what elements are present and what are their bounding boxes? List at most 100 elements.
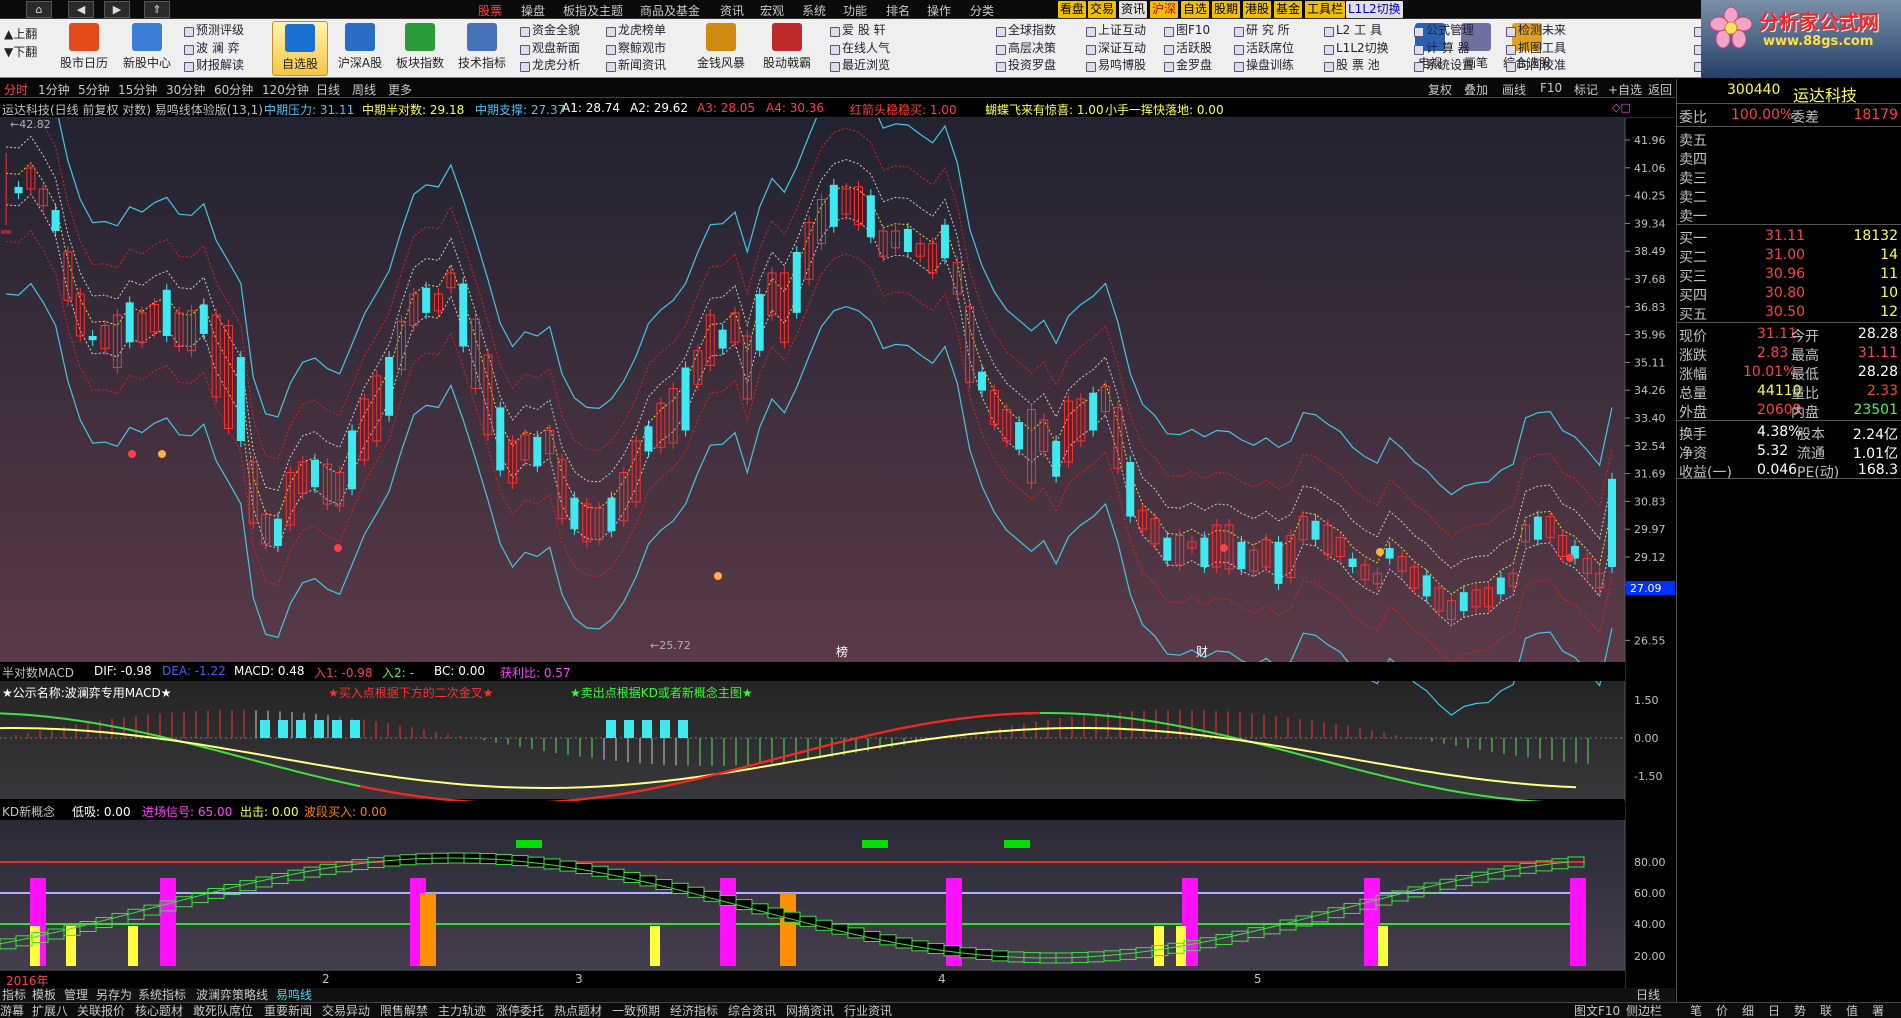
status-tail-4[interactable]: 势 [1794, 1004, 1806, 1018]
menu-item-2[interactable]: 板指及主题 [563, 2, 623, 19]
toolbar-link[interactable]: 资金全貌 [518, 22, 580, 40]
toolbar-link[interactable]: 察鲸观市 [604, 40, 666, 58]
status-tab-2[interactable]: 关联报价 [77, 1004, 125, 1018]
menu-item-7[interactable]: 功能 [843, 2, 867, 19]
period-daily-label[interactable]: 日线 [1636, 988, 1660, 1002]
status-tail-7[interactable]: 署 [1872, 1004, 1884, 1018]
status-tab-8[interactable]: 主力轨迹 [438, 1004, 486, 1018]
period-tab-0[interactable]: 分时 [4, 81, 28, 98]
toolbar-link[interactable]: 高层决策 [994, 40, 1056, 58]
toolbar-link[interactable]: 观盘新面 [518, 40, 580, 58]
status-tail-1[interactable]: 价 [1716, 1004, 1728, 1018]
indicator-tab-5[interactable]: 波澜弈策略线 [196, 988, 268, 1002]
toolbar-link[interactable]: L1L2切换 [1322, 40, 1389, 58]
period-tab-8[interactable]: 周线 [352, 81, 376, 98]
period-tab-6[interactable]: 120分钟 [262, 81, 309, 98]
toolbar-link[interactable]: 时间校准 [1504, 57, 1566, 75]
menu-chip-4[interactable]: 自选 [1181, 1, 1210, 18]
indicator-tab-4[interactable]: 系统指标 [138, 988, 186, 1002]
panel-controls-icon[interactable]: ◇□ [1612, 101, 1631, 114]
menu-item-8[interactable]: 排名 [886, 2, 910, 19]
chart-tool-0[interactable]: 复权 [1428, 81, 1452, 98]
toolbar-button-3[interactable]: 沪深A股 [332, 21, 388, 76]
menu-chip-5[interactable]: 股期 [1212, 1, 1241, 18]
menu-item-9[interactable]: 操作 [927, 2, 951, 19]
toolbar-link[interactable]: 研 究 所 [1232, 22, 1294, 40]
toolbar-link[interactable]: L2 工 具 [1322, 22, 1389, 40]
status-tab-6[interactable]: 交易异动 [322, 1004, 370, 1018]
toolbar-link[interactable]: 全球指数 [994, 22, 1056, 40]
menu-item-1[interactable]: 操盘 [521, 2, 545, 19]
toolbar-link[interactable]: 龙虎榜单 [604, 22, 666, 40]
double-chevron-up-icon[interactable]: ⇑ [144, 1, 170, 18]
toolbar-link[interactable]: 活跃席位 [1232, 40, 1294, 58]
indicator-tab-6[interactable]: 易鸣线 [276, 988, 312, 1002]
toolbar-button-1[interactable]: 新股中心 [116, 21, 178, 76]
toolbar-link[interactable]: 活跃股 [1162, 40, 1212, 58]
menu-item-6[interactable]: 系统 [802, 2, 826, 19]
toolbar-button-0[interactable]: 股市日历 [56, 21, 112, 76]
home-icon[interactable]: ⌂ [26, 1, 52, 18]
menu-chip-0[interactable]: 看盘 [1058, 1, 1087, 18]
toolbar-link[interactable]: 龙虎分析 [518, 57, 580, 75]
indicator-tab-3[interactable]: 另存为 [96, 988, 132, 1002]
event-marker-bang[interactable]: 榜 [836, 644, 848, 659]
chart-tool-6[interactable]: 返回 [1648, 81, 1672, 98]
status-tab-7[interactable]: 限售解禁 [380, 1004, 428, 1018]
status-tab-12[interactable]: 经济指标 [670, 1004, 718, 1018]
status-tail-0[interactable]: 笔 [1690, 1004, 1702, 1018]
toolbar-link[interactable]: 易鸣博股 [1084, 57, 1146, 75]
toolbar-button-7[interactable]: 股动戟霸 [756, 21, 818, 76]
toolbar-link[interactable]: 预测评级 [182, 22, 244, 40]
menu-item-10[interactable]: 分类 [970, 2, 994, 19]
period-tab-9[interactable]: 更多 [388, 81, 412, 98]
toolbar-link[interactable]: 财报解读 [182, 57, 244, 75]
toolbar-link[interactable]: 计 算 器 [1412, 40, 1474, 58]
status-tab-14[interactable]: 网摘资讯 [786, 1004, 834, 1018]
toolbar-link[interactable]: 上证互动 [1084, 22, 1146, 40]
menu-chip-2[interactable]: 资讯 [1119, 1, 1148, 18]
toolbar-link[interactable]: 图F10 [1162, 22, 1212, 40]
status-tab-9[interactable]: 涨停委托 [496, 1004, 544, 1018]
menu-item-5[interactable]: 宏观 [760, 2, 784, 19]
menu-chip-9[interactable]: L1L2切换 [1346, 1, 1403, 18]
toolbar-link[interactable]: 爱 股 轩 [828, 22, 890, 40]
status-right-0[interactable]: 图文F10 [1574, 1004, 1620, 1018]
menu-chip-8[interactable]: 工具栏 [1305, 1, 1346, 18]
toolbar-link[interactable]: 股 票 池 [1322, 57, 1389, 75]
period-tab-3[interactable]: 15分钟 [118, 81, 157, 98]
status-tab-1[interactable]: 扩展八 [32, 1004, 68, 1018]
chart-area[interactable]: ←42.82 ←25.72 榜 财 41.96 41.06 40.25 39.34 38.49… [0, 118, 1675, 988]
status-tail-6[interactable]: 值 [1846, 1004, 1858, 1018]
period-tab-2[interactable]: 5分钟 [78, 81, 110, 98]
indicator-tab-2[interactable]: 管理 [64, 988, 88, 1002]
page-down-link[interactable]: ▼下翻 [4, 43, 37, 61]
status-tab-3[interactable]: 核心题材 [135, 1004, 183, 1018]
menu-item-3[interactable]: 商品及基金 [640, 2, 700, 19]
toolbar-link[interactable]: 检测未来 [1504, 22, 1566, 40]
chart-tool-3[interactable]: F10 [1540, 81, 1562, 95]
toolbar-link[interactable]: 新闻资讯 [604, 57, 666, 75]
status-tail-5[interactable]: 联 [1820, 1004, 1832, 1018]
chart-tool-1[interactable]: 叠加 [1464, 81, 1488, 98]
toolbar-link[interactable]: 波 澜 弈 [182, 40, 244, 58]
period-tab-7[interactable]: 日线 [316, 81, 340, 98]
status-tail-3[interactable]: 日 [1768, 1004, 1780, 1018]
toolbar-link[interactable]: 抓图工具 [1504, 40, 1566, 58]
left-arrow-icon[interactable]: ◀ [68, 1, 94, 18]
toolbar-link[interactable]: 投资罗盘 [994, 57, 1056, 75]
toolbar-link[interactable]: 金罗盘 [1162, 57, 1212, 75]
chart-tool-5[interactable]: +自选 [1608, 81, 1642, 98]
period-tab-5[interactable]: 60分钟 [214, 81, 253, 98]
toolbar-button-4[interactable]: 板块指数 [392, 21, 448, 76]
toolbar-link[interactable]: 系统设置 [1412, 57, 1474, 75]
toolbar-button-2[interactable]: 自选股 [272, 21, 328, 76]
status-tab-13[interactable]: 综合资讯 [728, 1004, 776, 1018]
event-marker-cai[interactable]: 财 [1196, 645, 1208, 659]
page-up-link[interactable]: ▲上翻 [4, 25, 37, 43]
chart-tool-2[interactable]: 画线 [1502, 81, 1526, 98]
indicator-tab-0[interactable]: 指标 [2, 988, 26, 1002]
menu-item-4[interactable]: 资讯 [720, 2, 744, 19]
toolbar-link[interactable]: 深证互动 [1084, 40, 1146, 58]
period-tab-1[interactable]: 1分钟 [38, 81, 70, 98]
